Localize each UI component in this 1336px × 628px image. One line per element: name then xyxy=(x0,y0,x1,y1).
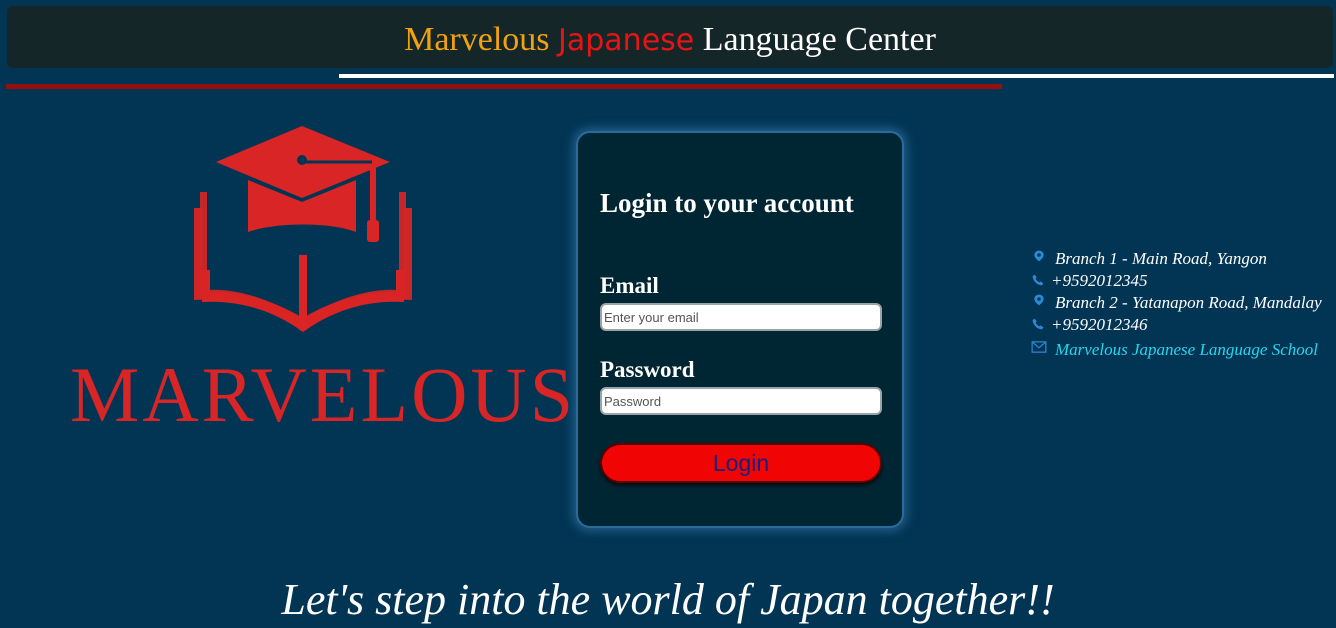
contact-info: Branch 1 - Main Road, Yangon +9592012345… xyxy=(1030,248,1330,361)
site-title-rest: Language Center xyxy=(702,21,936,58)
email-row: Marvelous Japanese Language School xyxy=(1030,339,1330,361)
branch2-address-row: Branch 2 - Yatanapon Road, Mandalay xyxy=(1030,292,1330,314)
email-field[interactable] xyxy=(600,303,882,331)
tagline: Let's step into the world of Japan toget… xyxy=(281,575,1055,624)
email-label: Email xyxy=(600,273,659,298)
marvelous-logo: MARVELOUS xyxy=(70,120,573,434)
branch2-phone: +9592012346 xyxy=(1051,315,1148,334)
branch1-address-row: Branch 1 - Main Road, Yangon xyxy=(1030,248,1330,270)
branch1-address: Branch 1 - Main Road, Yangon xyxy=(1055,249,1267,268)
page: Marvelous Japanese Language Center MARVE… xyxy=(0,0,1336,628)
login-card: Login to your account Email Password Log… xyxy=(576,131,904,528)
site-title-marvelous: Marvelous xyxy=(404,21,550,58)
phone-icon xyxy=(1032,318,1044,330)
logo-wordmark: MARVELOUS xyxy=(70,351,577,438)
branch2-address: Branch 2 - Yatanapon Road, Mandalay xyxy=(1055,293,1322,312)
phone-icon xyxy=(1032,274,1044,286)
header-divider-white xyxy=(339,74,1334,78)
login-button[interactable]: Login xyxy=(600,443,882,483)
header-divider-red xyxy=(6,84,1002,89)
site-title: Marvelous Japanese Language Center xyxy=(7,23,1333,57)
branch1-phone: +9592012345 xyxy=(1051,271,1148,290)
branch2-phone-row: +9592012346 xyxy=(1030,314,1330,336)
login-title: Login to your account xyxy=(600,188,854,218)
password-label: Password xyxy=(600,357,695,382)
school-email-link[interactable]: Marvelous Japanese Language School xyxy=(1055,339,1330,361)
envelope-icon xyxy=(1031,341,1047,353)
site-title-japanese: Japanese xyxy=(558,23,695,58)
password-field[interactable] xyxy=(600,387,882,415)
location-pin-icon xyxy=(1034,294,1044,306)
branch1-phone-row: +9592012345 xyxy=(1030,270,1330,292)
location-pin-icon xyxy=(1034,250,1044,262)
graduation-cap-book-icon xyxy=(194,126,412,332)
header-bar: Marvelous Japanese Language Center xyxy=(7,6,1333,68)
